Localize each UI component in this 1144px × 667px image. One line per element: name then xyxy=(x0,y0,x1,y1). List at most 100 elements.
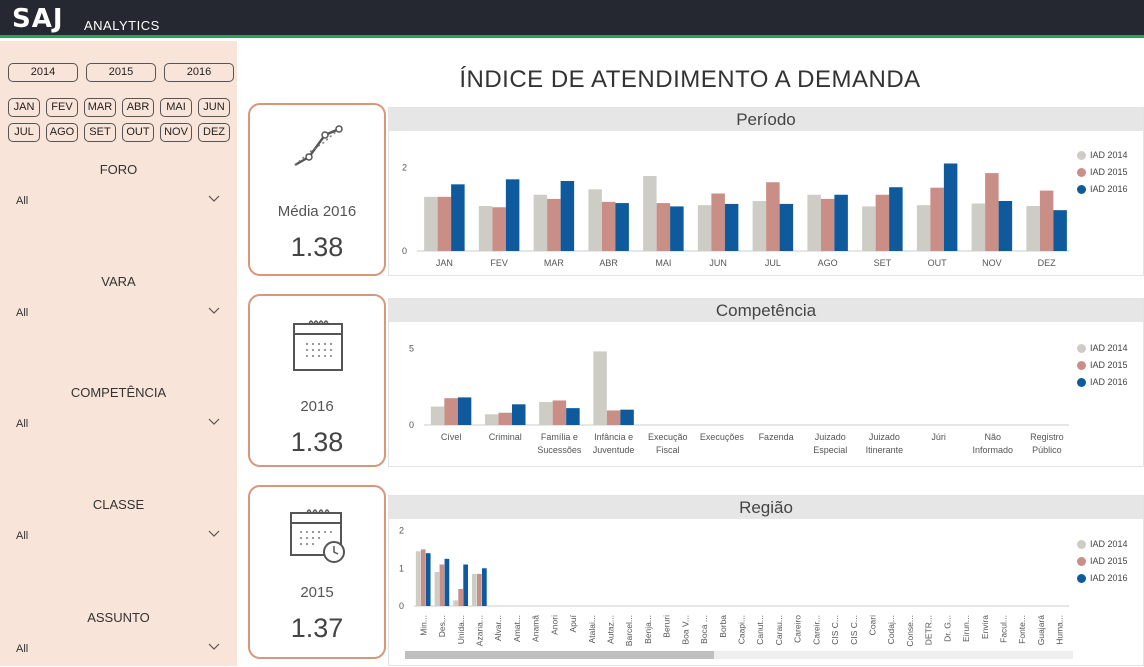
bar-iad-2016-3[interactable] xyxy=(615,203,629,251)
bar-iad-2015-2[interactable] xyxy=(458,589,463,606)
bar-iad-2015-1[interactable] xyxy=(492,207,506,251)
year-button-2015[interactable]: 2015 xyxy=(86,63,156,82)
bar-iad-2014-1[interactable] xyxy=(478,206,493,251)
bar-iad-2016-4[interactable] xyxy=(670,206,684,251)
x-tick-label: Fonte... xyxy=(1017,615,1027,644)
chart-panel-periodo: Período 0 2 JAN FEV MAR ABR MAI JUN JUL AGO SET OUT… xyxy=(388,107,1144,276)
month-button-mai[interactable]: MAI xyxy=(160,98,192,117)
x-tick-label: Fazenda xyxy=(759,432,794,442)
month-button-nov[interactable]: NOV xyxy=(160,123,192,142)
bar-iad-2016-1[interactable] xyxy=(505,179,520,251)
bar-iad-2015-0[interactable] xyxy=(444,398,458,425)
bar-iad-2015-10[interactable] xyxy=(985,173,999,251)
classe-dropdown-value: All xyxy=(16,530,29,542)
bar-iad-2014-10[interactable] xyxy=(971,203,986,252)
scrollbar-thumb[interactable] xyxy=(405,651,714,659)
bar-iad-2016-1[interactable] xyxy=(444,558,450,606)
vara-dropdown[interactable]: All xyxy=(8,304,226,324)
bar-iad-2016-7[interactable] xyxy=(834,194,848,251)
bar-iad-2015-4[interactable] xyxy=(656,203,671,251)
bar-iad-2015-6[interactable] xyxy=(766,182,780,251)
bar-iad-2016-2[interactable] xyxy=(560,181,575,251)
bar-iad-2014-2[interactable] xyxy=(533,194,548,251)
bar-iad-2014-11[interactable] xyxy=(1026,206,1040,251)
bar-iad-2016-8[interactable] xyxy=(889,187,903,251)
bar-iad-2015-8[interactable] xyxy=(875,194,890,251)
horizontal-scrollbar[interactable] xyxy=(405,651,1073,659)
bar-iad-2014-0[interactable] xyxy=(424,196,438,251)
year-slicer: 2014 2015 2016 xyxy=(8,63,234,82)
competencia-dropdown-value: All xyxy=(16,418,29,430)
bar-iad-2014-3[interactable] xyxy=(472,573,477,606)
year-button-2016[interactable]: 2016 xyxy=(164,63,234,82)
bar-iad-2015-3[interactable] xyxy=(606,410,621,425)
bar-iad-2014-1[interactable] xyxy=(485,414,499,425)
x-tick-label: Codaj... xyxy=(886,615,896,644)
bar-iad-2016-2[interactable] xyxy=(566,408,580,425)
foro-dropdown[interactable]: All xyxy=(8,192,226,212)
x-tick-label: Boa V... xyxy=(680,615,690,644)
vara-dropdown-value: All xyxy=(16,307,29,319)
bar-iad-2015-9[interactable] xyxy=(930,187,944,251)
bar-iad-2016-0[interactable] xyxy=(457,397,472,425)
month-button-jun[interactable]: JUN xyxy=(198,98,230,117)
assunto-dropdown[interactable]: All xyxy=(8,640,226,660)
bar-iad-2015-0[interactable] xyxy=(437,196,452,251)
month-button-set[interactable]: SET xyxy=(84,123,116,142)
month-button-fev[interactable]: FEV xyxy=(46,98,78,117)
bar-iad-2016-2[interactable] xyxy=(463,564,468,607)
bar-iad-2016-0[interactable] xyxy=(451,184,465,251)
bar-iad-2015-3[interactable] xyxy=(601,201,616,251)
calendar-clock-icon xyxy=(290,509,345,563)
month-button-abr[interactable]: ABR xyxy=(122,98,154,117)
bar-iad-2014-3[interactable] xyxy=(588,189,602,251)
bar-iad-2015-0[interactable] xyxy=(420,549,426,606)
bar-iad-2014-5[interactable] xyxy=(697,205,712,251)
bar-iad-2015-7[interactable] xyxy=(820,198,835,251)
bar-iad-2014-1[interactable] xyxy=(434,572,440,606)
month-button-jul[interactable]: JUL xyxy=(8,123,40,142)
bar-iad-2014-3[interactable] xyxy=(593,351,607,425)
x-tick-label: Unida... xyxy=(456,615,466,644)
competencia-dropdown[interactable]: All xyxy=(8,415,226,435)
x-tick-label: DEZ xyxy=(1038,258,1057,268)
bar-iad-2014-0[interactable] xyxy=(430,406,445,425)
bar-iad-2016-0[interactable] xyxy=(425,553,431,606)
bar-iad-2014-2[interactable] xyxy=(539,402,553,425)
bar-iad-2016-5[interactable] xyxy=(724,203,739,251)
legend-item-2016: IAD 2016 xyxy=(1077,183,1128,200)
bar-iad-2015-1[interactable] xyxy=(439,564,445,607)
bar-iad-2014-0[interactable] xyxy=(415,551,421,606)
x-tick-label: MAI xyxy=(655,258,671,268)
bar-iad-2015-2[interactable] xyxy=(547,198,561,251)
bar-iad-2016-10[interactable] xyxy=(998,201,1013,251)
month-button-ago[interactable]: AGO xyxy=(46,123,78,142)
month-button-dez[interactable]: DEZ xyxy=(198,123,230,142)
x-tick-label: AGO xyxy=(818,258,838,268)
bar-iad-2014-9[interactable] xyxy=(916,205,931,251)
month-slicer-row-1: JAN FEV MAR ABR MAI JUN xyxy=(8,98,230,117)
bar-iad-2015-1[interactable] xyxy=(498,412,513,425)
month-button-out[interactable]: OUT xyxy=(122,123,154,142)
bar-iad-2014-4[interactable] xyxy=(643,176,657,251)
bar-iad-2014-7[interactable] xyxy=(807,194,821,251)
month-button-jan[interactable]: JAN xyxy=(8,98,40,117)
bar-iad-2016-9[interactable] xyxy=(943,163,958,252)
bar-iad-2014-8[interactable] xyxy=(862,206,876,251)
bar-iad-2016-3[interactable] xyxy=(482,568,487,606)
bar-iad-2015-3[interactable] xyxy=(477,573,482,606)
legend-item-2015: IAD 2015 xyxy=(1077,359,1128,376)
bar-iad-2015-2[interactable] xyxy=(552,400,567,425)
year-button-2014[interactable]: 2014 xyxy=(8,63,78,82)
bar-iad-2016-6[interactable] xyxy=(779,203,794,251)
bar-iad-2016-1[interactable] xyxy=(512,404,526,425)
bar-iad-2016-3[interactable] xyxy=(620,409,634,425)
classe-dropdown[interactable]: All xyxy=(8,527,226,547)
bar-iad-2015-5[interactable] xyxy=(711,193,725,252)
bar-iad-2014-2[interactable] xyxy=(453,600,458,606)
bar-iad-2014-6[interactable] xyxy=(752,201,767,251)
bar-iad-2015-11[interactable] xyxy=(1039,190,1054,251)
month-button-mar[interactable]: MAR xyxy=(84,98,116,117)
x-tick-label: MAR xyxy=(544,258,565,268)
bar-iad-2016-11[interactable] xyxy=(1053,210,1067,251)
